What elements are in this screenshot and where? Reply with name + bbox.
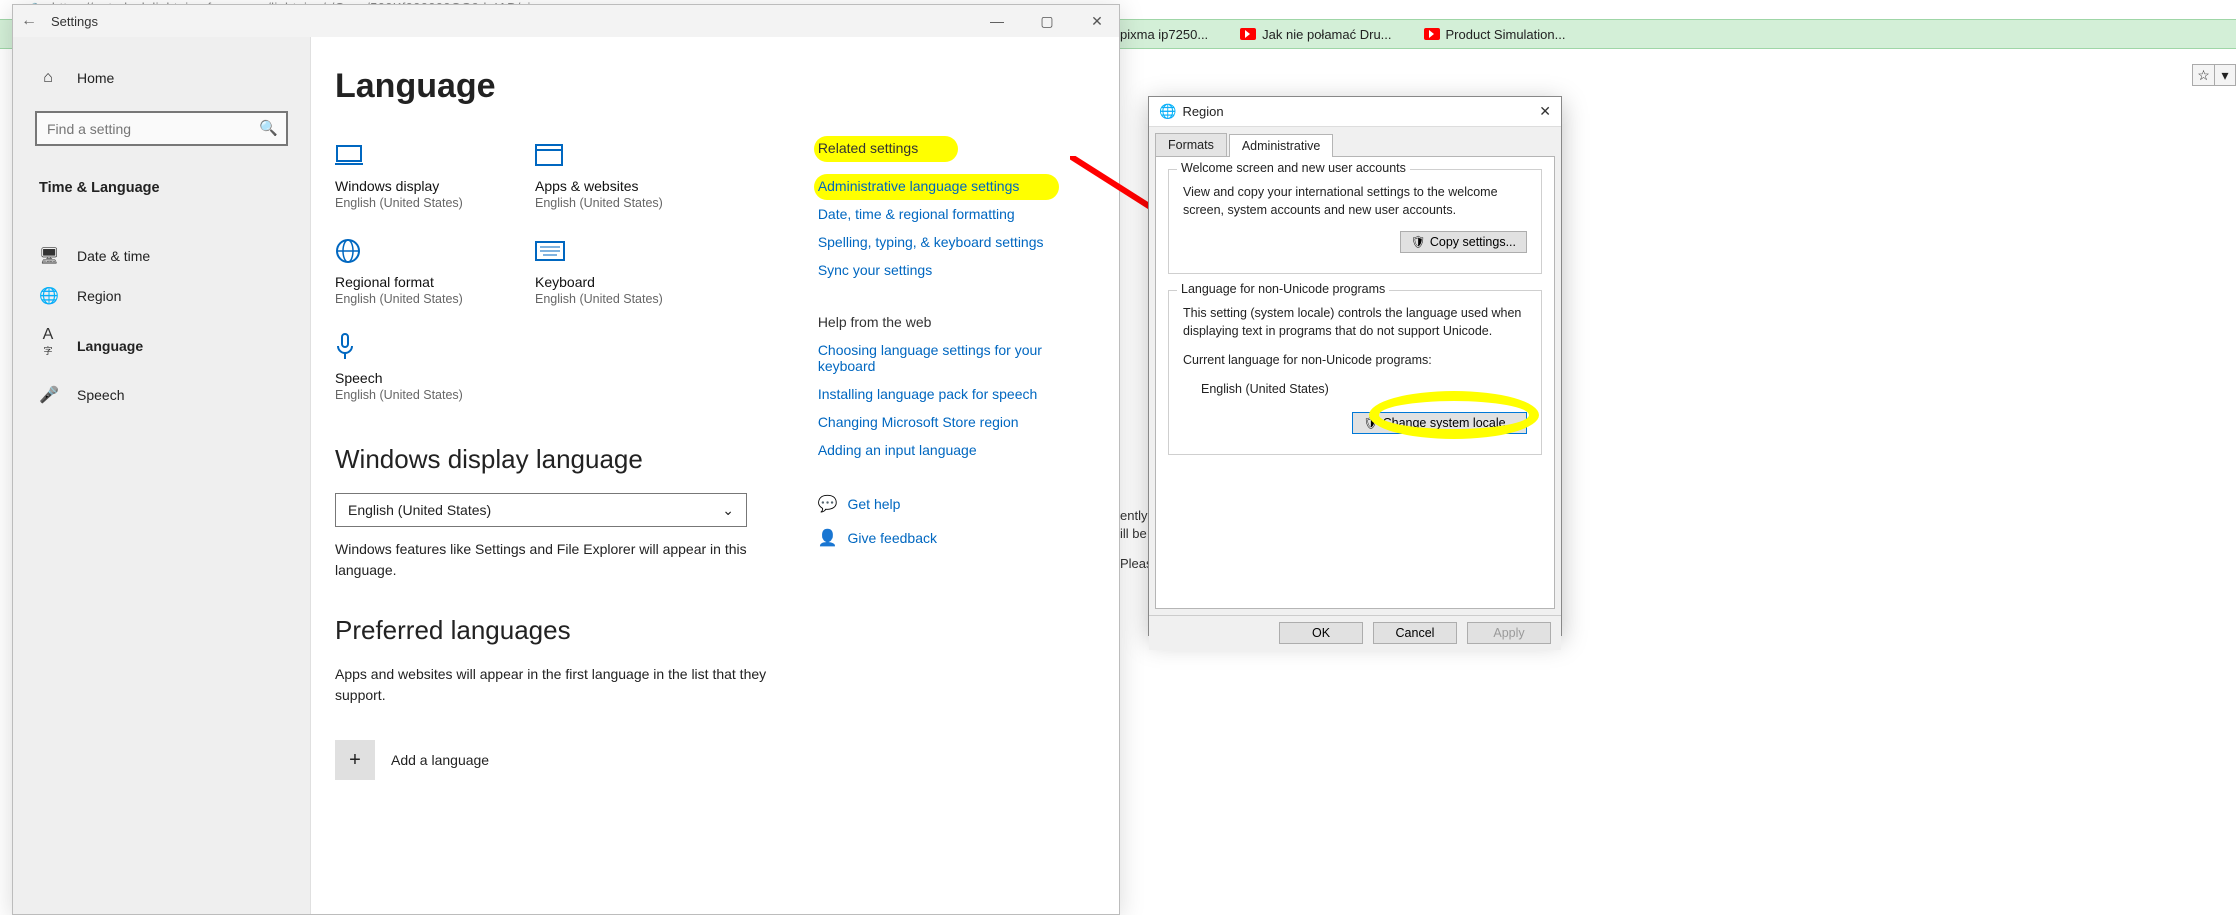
nav-home[interactable]: ⌂ Home	[13, 59, 310, 97]
related-settings-header: Related settings	[818, 140, 918, 156]
shield-icon: 🛡	[1411, 235, 1426, 249]
back-button[interactable]: ←	[21, 12, 45, 30]
feedback-icon: 👤	[818, 528, 836, 548]
clock-icon: 🖥	[39, 246, 57, 266]
give-feedback-link[interactable]: Give feedback	[847, 530, 937, 546]
page-title: Language	[335, 67, 1095, 106]
display-language-dropdown[interactable]: English (United States) ⌄	[335, 493, 747, 527]
link-sync-settings[interactable]: Sync your settings	[818, 262, 1095, 278]
apply-button[interactable]: Apply	[1467, 622, 1551, 644]
link-install-lang-pack-speech[interactable]: Installing language pack for speech	[818, 386, 1095, 402]
tab-formats[interactable]: Formats	[1155, 133, 1227, 156]
keyboard-icon	[535, 236, 671, 266]
settings-sidebar: ⌂ Home 🔍 Time & Language 🖥 Date & time 🌐…	[13, 37, 311, 914]
link-spelling-typing-keyboard[interactable]: Spelling, typing, & keyboard settings	[818, 234, 1095, 250]
display-language-value: English (United States)	[348, 502, 491, 518]
close-button[interactable]: ✕	[1539, 103, 1551, 120]
group2-title: Language for non-Unicode programs	[1177, 282, 1389, 296]
group-non-unicode: Language for non-Unicode programs This s…	[1168, 290, 1542, 455]
group2-current-label: Current language for non-Unicode program…	[1183, 352, 1527, 370]
copy-settings-button[interactable]: 🛡Copy settings...	[1400, 231, 1527, 253]
tile-apps-websites[interactable]: Apps & websites English (United States)	[535, 140, 671, 210]
maximize-button[interactable]: ▢	[1033, 13, 1061, 30]
help-icon: 💬	[818, 494, 836, 514]
star-icon[interactable]: ☆	[2192, 64, 2214, 86]
display-language-description: Windows features like Settings and File …	[335, 539, 775, 581]
region-titlebar: 🌐 Region ✕	[1149, 97, 1561, 127]
plus-icon: +	[335, 740, 375, 780]
section-preferred-languages: Preferred languages	[335, 615, 794, 646]
mic-icon	[335, 332, 471, 362]
chevron-down-icon: ⌄	[722, 502, 734, 519]
group2-current-value: English (United States)	[1201, 382, 1527, 396]
preferred-languages-description: Apps and websites will appear in the fir…	[335, 664, 775, 706]
globe-icon: 🌐	[39, 286, 57, 306]
language-icon: A字	[39, 326, 57, 365]
settings-window: ← Settings — ▢ ✕ ⌂ Home 🔍 Time & Languag…	[12, 4, 1120, 915]
region-title: Region	[1182, 104, 1223, 119]
link-choosing-lang-keyboard[interactable]: Choosing language settings for your keyb…	[818, 342, 1095, 374]
settings-main: Language Windows display English (United…	[311, 37, 1119, 914]
tile-regional-format[interactable]: Regional format English (United States)	[335, 236, 471, 306]
link-administrative-language[interactable]: Administrative language settings	[818, 178, 1020, 194]
settings-titlebar: ← Settings — ▢ ✕	[13, 5, 1119, 37]
help-web-header: Help from the web	[818, 314, 1095, 330]
get-help-link[interactable]: Get help	[847, 496, 900, 512]
ok-button[interactable]: OK	[1279, 622, 1363, 644]
tab-administrative[interactable]: Administrative	[1229, 134, 1334, 157]
region-tabs: Formats Administrative	[1155, 133, 1555, 157]
region-dialog: 🌐 Region ✕ Formats Administrative Welcom…	[1148, 96, 1562, 636]
link-add-input-language[interactable]: Adding an input language	[818, 442, 1095, 458]
bg-fragment: ently	[1120, 506, 1147, 526]
globe-icon: 🌐	[1159, 103, 1176, 120]
nav-section-header: Time & Language	[13, 168, 310, 214]
bg-fragment: ill be	[1120, 524, 1147, 544]
add-language-button[interactable]: + Add a language	[335, 740, 794, 780]
link-date-time-regional[interactable]: Date, time & regional formatting	[818, 206, 1095, 222]
laptop-icon	[335, 140, 471, 170]
shield-icon: 🛡	[1363, 416, 1378, 430]
mic-icon: 🎤	[39, 385, 57, 405]
search-icon: 🔍	[259, 119, 278, 137]
nav-language[interactable]: A字 Language	[13, 316, 310, 375]
tile-windows-display[interactable]: Windows display English (United States)	[335, 140, 471, 210]
bookmark[interactable]: Jak nie połamać Dru...	[1240, 27, 1391, 42]
window-icon	[535, 140, 671, 170]
change-system-locale-button[interactable]: 🛡Change system locale...	[1352, 412, 1527, 434]
bookmark[interactable]: Product Simulation...	[1424, 27, 1566, 42]
tile-speech[interactable]: Speech English (United States)	[335, 332, 471, 402]
home-icon: ⌂	[39, 69, 57, 87]
globe-icon	[335, 236, 471, 266]
region-body: Welcome screen and new user accounts Vie…	[1155, 157, 1555, 609]
group1-text: View and copy your international setting…	[1183, 184, 1527, 219]
window-title: Settings	[51, 14, 98, 29]
dialog-buttons: OK Cancel Apply	[1149, 615, 1561, 650]
search-input[interactable]	[35, 111, 288, 146]
nav-region[interactable]: 🌐 Region	[13, 276, 310, 316]
star-dropdown[interactable]: ☆ ▾	[2192, 64, 2236, 86]
group1-title: Welcome screen and new user accounts	[1177, 161, 1410, 175]
cancel-button[interactable]: Cancel	[1373, 622, 1457, 644]
close-button[interactable]: ✕	[1083, 13, 1111, 30]
youtube-icon	[1424, 28, 1440, 40]
settings-search[interactable]: 🔍	[35, 111, 288, 146]
youtube-icon	[1240, 28, 1256, 40]
nav-speech[interactable]: 🎤 Speech	[13, 375, 310, 415]
section-display-language: Windows display language	[335, 444, 794, 475]
link-change-store-region[interactable]: Changing Microsoft Store region	[818, 414, 1095, 430]
tile-keyboard[interactable]: Keyboard English (United States)	[535, 236, 671, 306]
nav-date-time[interactable]: 🖥 Date & time	[13, 236, 310, 276]
group2-text: This setting (system locale) controls th…	[1183, 305, 1527, 340]
chevron-down-icon[interactable]: ▾	[2214, 64, 2236, 86]
minimize-button[interactable]: —	[983, 13, 1011, 30]
group-welcome-screen: Welcome screen and new user accounts Vie…	[1168, 169, 1542, 274]
language-tiles: Windows display English (United States) …	[335, 140, 794, 402]
